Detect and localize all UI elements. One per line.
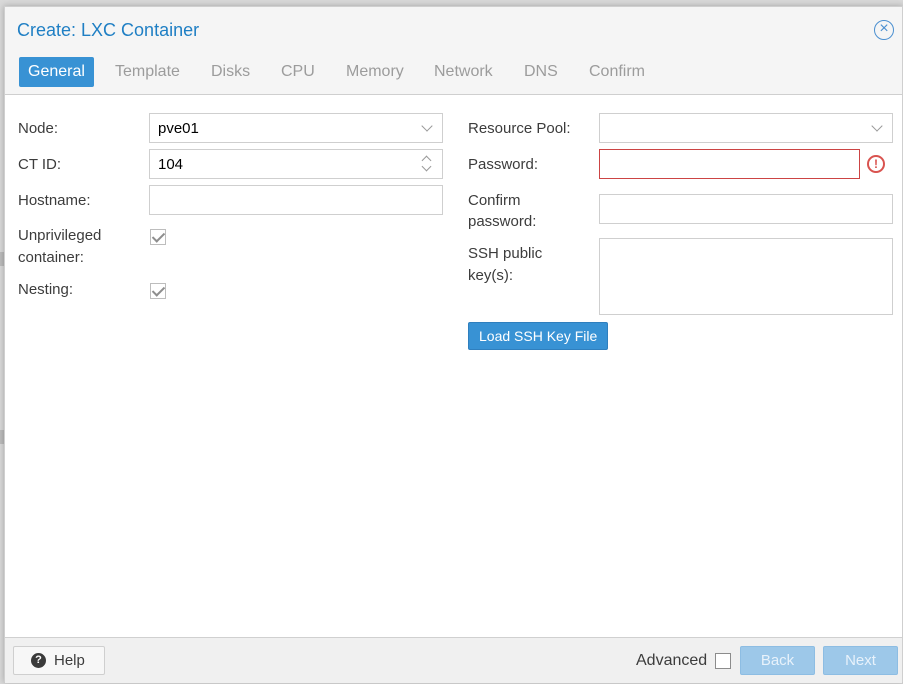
tab-dns[interactable]: DNS (515, 57, 567, 87)
ssh-label-line1: SSH public (468, 245, 543, 262)
tab-disks[interactable]: Disks (202, 57, 259, 87)
chevron-down-icon[interactable] (870, 121, 884, 135)
nesting-label: Nesting: (18, 281, 74, 298)
node-select[interactable]: pve01 (149, 113, 443, 143)
next-button[interactable]: Next (823, 646, 898, 675)
confirm-label-line2: password: (468, 213, 537, 230)
help-button[interactable]: ? Help (13, 646, 105, 675)
password-input[interactable] (599, 149, 860, 179)
ctid-value: 104 (158, 156, 184, 173)
ctid-spinner[interactable]: 104 (149, 149, 443, 179)
ctid-label: CT ID: (18, 156, 62, 173)
hostname-input[interactable] (149, 185, 443, 215)
confirm-password-input[interactable] (599, 194, 893, 224)
advanced-label: Advanced (636, 652, 708, 669)
back-button[interactable]: Back (740, 646, 815, 675)
unprivileged-label-line2: container: (18, 249, 84, 266)
create-lxc-dialog: Create: LXC Container × General Template… (4, 6, 903, 683)
tab-template[interactable]: Template (106, 57, 189, 87)
dialog-title: Create: LXC Container (17, 20, 200, 40)
advanced-checkbox[interactable] (715, 653, 731, 669)
ssh-label-line2: key(s): (468, 267, 513, 284)
tab-general[interactable]: General (19, 57, 94, 87)
confirm-label-line1: Confirm (468, 192, 521, 209)
unprivileged-checkbox[interactable] (150, 229, 166, 245)
pool-label: Resource Pool: (468, 120, 571, 137)
dialog-titlebar: Create: LXC Container × (5, 7, 902, 53)
general-panel: Node: pve01 CT ID: 104 Hostname: Unprivi… (5, 96, 902, 637)
spinner-arrows-icon[interactable] (421, 153, 433, 175)
ssh-key-textarea[interactable] (599, 238, 893, 315)
help-label: Help (54, 652, 85, 669)
resource-pool-select[interactable] (599, 113, 893, 143)
dialog-footer: ? Help Advanced Back Next (5, 637, 902, 683)
tab-confirm[interactable]: Confirm (580, 57, 654, 87)
nesting-checkbox[interactable] (150, 283, 166, 299)
load-ssh-key-button[interactable]: Load SSH Key File (468, 322, 609, 350)
question-icon: ? (31, 653, 46, 668)
hostname-label: Hostname: (18, 192, 91, 209)
tab-network[interactable]: Network (425, 57, 502, 87)
error-icon: ! (867, 155, 885, 173)
node-label: Node: (18, 120, 59, 137)
node-value: pve01 (158, 120, 199, 137)
tab-memory[interactable]: Memory (337, 57, 413, 87)
unprivileged-label-line1: Unprivileged (18, 227, 102, 244)
tab-cpu[interactable]: CPU (272, 57, 324, 87)
password-label: Password: (468, 156, 539, 173)
close-icon[interactable]: × (874, 20, 894, 40)
chevron-down-icon[interactable] (420, 121, 434, 135)
wizard-tabbar: General Template Disks CPU Memory Networ… (5, 53, 902, 95)
